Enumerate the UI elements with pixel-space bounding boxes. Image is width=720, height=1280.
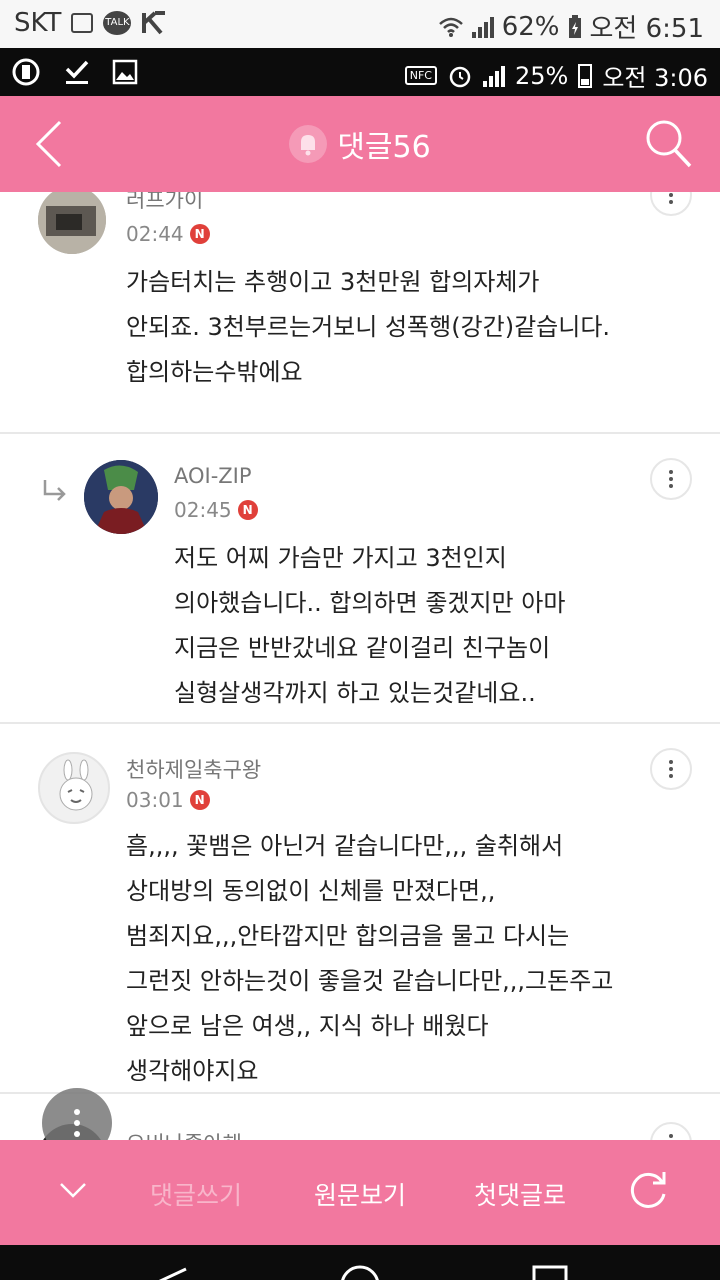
- nav-recents-icon[interactable]: [530, 1263, 570, 1280]
- lte-signal-icon: [482, 65, 505, 87]
- new-badge: N: [237, 500, 258, 520]
- more-options-button[interactable]: [650, 458, 692, 500]
- bell-icon[interactable]: [289, 125, 328, 163]
- comment-timestamp: 03:01: [126, 788, 184, 812]
- new-badge: N: [189, 224, 210, 244]
- outer-clock: 오전 6:51: [589, 14, 705, 44]
- more-options-button[interactable]: [650, 748, 692, 790]
- comment-author[interactable]: AOI-ZIP: [174, 464, 252, 488]
- bottom-action-bar: 댓글쓰기 원문보기 첫댓글로: [0, 1140, 720, 1245]
- app-logo-icon: [12, 58, 40, 86]
- comment-list[interactable]: 러프가이 02:44 N 가슴터치는 추행이고 3천만원 합의자체가 안되죠. …: [0, 192, 720, 1142]
- comment-line: 실형살생각까지 하고 있는것같네요..: [174, 679, 536, 707]
- app-k-icon: [142, 11, 166, 35]
- reply-arrow-icon: [43, 480, 66, 501]
- inner-clock: 오전 3:06: [602, 64, 708, 92]
- avatar[interactable]: [38, 752, 110, 824]
- comment-line: 생각해야지요: [126, 1057, 259, 1085]
- comment-author[interactable]: 러프가이: [126, 192, 203, 214]
- comment-item: 천하제일축구왕 03:01 N 흠,,,, 꽃뱀은 아닌거 같습니다만,,, 술…: [0, 724, 720, 1094]
- signal-icon: [471, 16, 494, 38]
- carrier-label: SKT: [14, 8, 62, 38]
- outer-battery-percent: 62%: [501, 11, 560, 42]
- comment-line: 가슴터치는 추행이고 3천만원 합의자체가: [126, 268, 540, 296]
- comment-body: 흠,,,, 꽃뱀은 아닌거 같습니다만,,, 술취해서 상대방의 동의없이 신체…: [126, 824, 613, 1094]
- system-nav-bar: [0, 1245, 720, 1280]
- kakaotalk-icon: TALK: [103, 11, 132, 35]
- view-original-button[interactable]: 원문보기: [314, 1176, 406, 1212]
- image-icon: [112, 59, 138, 85]
- inner-status-bar: NFC 25% 오전 3:06: [0, 48, 720, 96]
- comment-line: 그런짓 안하는것이 좋을것 같습니다만,,,그돈주고: [126, 967, 614, 995]
- new-badge: N: [189, 790, 210, 810]
- nav-home-icon[interactable]: [338, 1263, 382, 1280]
- reply-comment-item: AOI-ZIP 02:45 N 저도 어찌 가슴만 가지고 3천인지 의아했습니…: [0, 434, 720, 724]
- comment-line: 안되죠. 3천부르는거보니 성폭행(강간)같습니다.: [126, 313, 611, 341]
- comment-timestamp: 02:45: [174, 498, 232, 522]
- comment-line: 범죄지요,,,안타깝지만 합의금을 물고 다시는: [126, 922, 570, 950]
- comment-line: 흠,,,, 꽃뱀은 아닌거 같습니다만,,, 술취해서: [126, 832, 564, 860]
- alarm-icon: [449, 66, 471, 87]
- comment-time: 02:44 N: [126, 222, 210, 246]
- comment-body: 가슴터치는 추행이고 3천만원 합의자체가 안되죠. 3천부르는거보니 성폭행(…: [126, 260, 610, 395]
- avatar[interactable]: [38, 192, 106, 254]
- write-comment-button[interactable]: 댓글쓰기: [150, 1176, 242, 1212]
- gallery-icon: [71, 13, 94, 33]
- comment-author[interactable]: 천하제일축구왕: [126, 754, 261, 784]
- more-options-button[interactable]: [650, 192, 692, 216]
- outer-status-bar: SKT TALK 62% 오전 6:51: [0, 0, 720, 48]
- comment-line: 지금은 반반갔네요 같이걸리 친구놈이: [174, 634, 551, 662]
- avatar[interactable]: [84, 460, 158, 534]
- comment-line: 앞으로 남은 여생,, 지식 하나 배웠다: [126, 1012, 489, 1040]
- comment-timestamp: 02:44: [126, 222, 184, 246]
- comment-line: 의아했습니다.. 합의하면 좋겠지만 아마: [174, 589, 566, 617]
- comment-time: 02:45 N: [174, 498, 258, 522]
- comment-line: 합의하는수밖에요: [126, 358, 303, 386]
- download-done-icon: [65, 60, 89, 84]
- battery-icon: [578, 63, 593, 88]
- refresh-icon[interactable]: [626, 1168, 670, 1212]
- more-options-button[interactable]: [650, 1122, 692, 1142]
- page-title: 댓글56: [337, 130, 431, 165]
- nfc-icon: NFC: [404, 66, 437, 85]
- first-comment-button[interactable]: 첫댓글로: [474, 1176, 566, 1212]
- comment-body: 저도 어찌 가슴만 가지고 3천인지 의아했습니다.. 합의하면 좋겠지만 아마…: [174, 536, 565, 716]
- wifi-icon: [438, 17, 463, 37]
- battery-charging-icon: [568, 14, 581, 38]
- chevron-down-icon[interactable]: [58, 1180, 88, 1200]
- inner-battery-percent: 25%: [514, 61, 569, 90]
- app-header: 댓글56: [0, 96, 720, 192]
- comment-line: 상대방의 동의없이 신체를 만졌다면,,: [126, 877, 496, 905]
- comment-line: 저도 어찌 가슴만 가지고 3천인지: [174, 544, 507, 572]
- comment-time: 03:01 N: [126, 788, 210, 812]
- comment-item: 러프가이 02:44 N 가슴터치는 추행이고 3천만원 합의자체가 안되죠. …: [0, 192, 720, 434]
- nav-back-icon[interactable]: [150, 1263, 190, 1280]
- search-icon[interactable]: [642, 116, 694, 172]
